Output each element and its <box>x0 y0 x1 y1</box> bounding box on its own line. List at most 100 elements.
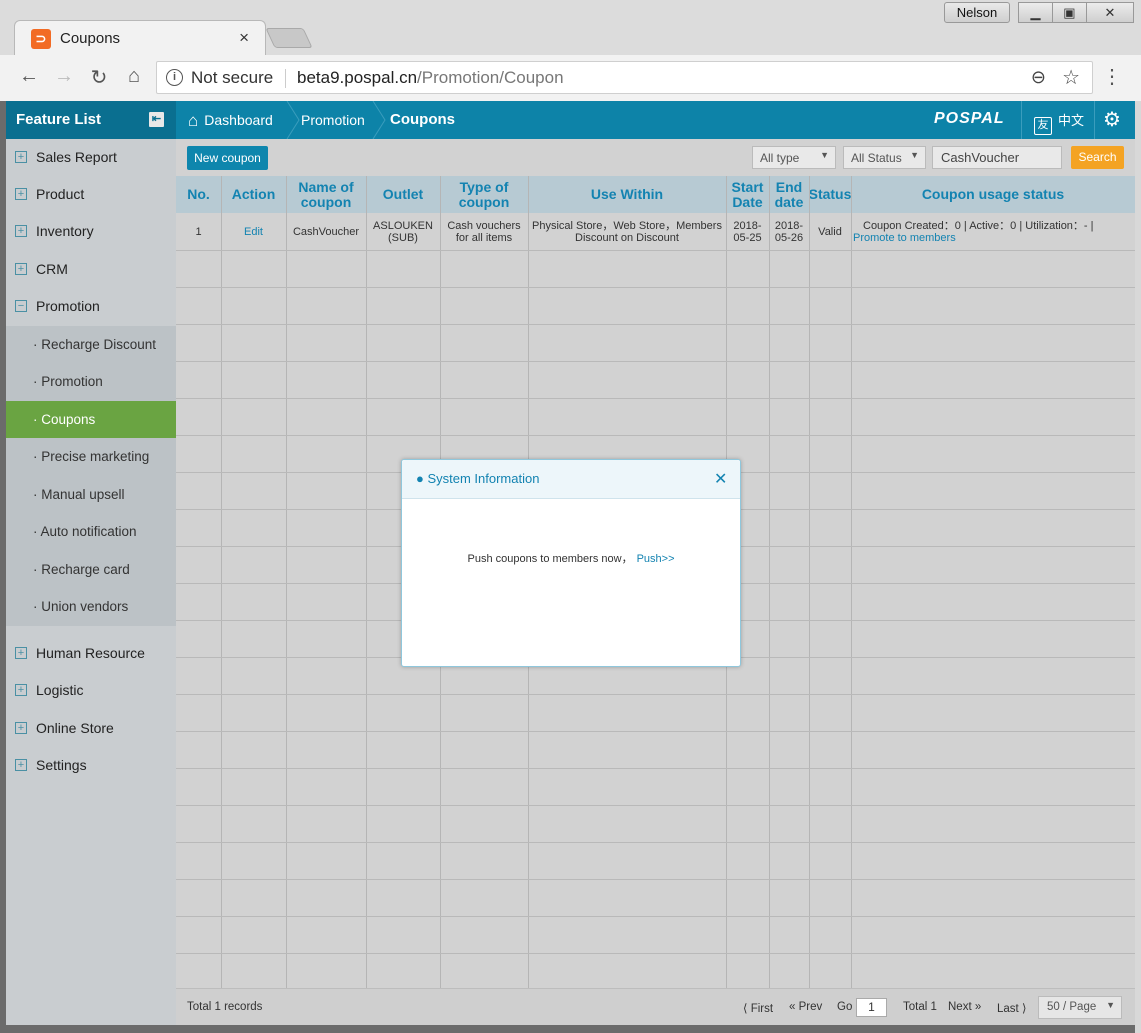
cell-outlet: ASLOUKEN (SUB) <box>373 219 433 244</box>
first-page-link[interactable]: ⟨ First <box>743 1001 773 1015</box>
sidebar-item-product[interactable]: + Product <box>6 176 176 213</box>
grid-line <box>176 879 1135 880</box>
collapse-sidebar-icon[interactable]: ⇤ <box>149 112 164 127</box>
per-page-select[interactable]: 50 / Page ▼ <box>1038 996 1122 1019</box>
zoom-icon[interactable]: ⊖ <box>1031 67 1046 88</box>
grid-line <box>176 398 1135 399</box>
sidebar-item-settings[interactable]: + Settings <box>6 747 176 784</box>
url-path: /Promotion/Coupon <box>417 68 564 87</box>
sidebar-item-label: Online Store <box>36 720 114 736</box>
expand-icon: + <box>15 722 27 734</box>
header-divider <box>1094 101 1095 139</box>
window-close-icon[interactable]: ✕ <box>1086 2 1134 23</box>
sidebar: + Sales Report + Product + Inventory + CRM −… <box>6 139 176 1025</box>
sub-item-coupons[interactable]: · Coupons <box>6 401 176 438</box>
cell-use-within: Physical Store，Web Store，Members Discoun… <box>532 219 722 244</box>
type-filter-select[interactable]: All type ▼ <box>752 146 836 169</box>
sub-item-promotion[interactable]: · Promotion <box>6 363 176 400</box>
expand-icon: + <box>15 263 27 275</box>
star-icon[interactable]: ☆ <box>1062 65 1080 90</box>
address-bar[interactable]: i Not secure beta9.pospal.cn/Promotion/C… <box>156 61 1093 94</box>
sub-item-manual-upsell[interactable]: · Manual upsell <box>6 476 176 513</box>
profile-button[interactable]: Nelson <box>944 2 1010 23</box>
menu-icon[interactable]: ⋮ <box>1102 64 1122 89</box>
expand-icon: + <box>15 225 27 237</box>
col-end-date: End date <box>774 178 804 210</box>
new-coupon-button[interactable]: New coupon <box>187 146 268 170</box>
sub-item-auto-notification[interactable]: · Auto notification <box>6 513 176 550</box>
total-pages: Total 1 <box>903 1001 937 1013</box>
info-icon[interactable]: i <box>166 69 183 86</box>
prev-page-link[interactable]: « Prev <box>789 1001 822 1013</box>
sub-item-recharge-discount[interactable]: · Recharge Discount <box>6 326 176 363</box>
status-filter-select[interactable]: All Status ▼ <box>843 146 926 169</box>
sidebar-item-label: Inventory <box>36 223 94 239</box>
push-link[interactable]: Push>> <box>637 553 675 565</box>
url-text[interactable]: beta9.pospal.cn/Promotion/Coupon <box>297 68 564 88</box>
grid-line <box>176 805 1135 806</box>
breadcrumb-promotion[interactable]: Promotion <box>301 101 365 139</box>
grid-line <box>176 842 1135 843</box>
sidebar-item-promotion[interactable]: − Promotion <box>6 288 176 325</box>
col-name: Name of coupon <box>298 178 354 210</box>
home-icon[interactable]: ⌂ <box>121 65 147 88</box>
sidebar-item-inventory[interactable]: + Inventory <box>6 213 176 250</box>
grid-line <box>176 435 1135 436</box>
system-information-dialog: ● System Information ✕ Push coupons to m… <box>401 459 741 667</box>
grid-line <box>176 324 1135 325</box>
forward-arrow-icon[interactable]: → <box>51 65 77 88</box>
security-label[interactable]: Not secure <box>191 68 273 88</box>
search-input[interactable]: CashVoucher <box>932 146 1062 169</box>
breadcrumb-dashboard-label: Dashboard <box>204 112 273 128</box>
maximize-icon[interactable]: ▣ <box>1052 2 1087 23</box>
url-divider <box>285 69 286 88</box>
col-use-within: Use Within <box>590 186 664 202</box>
next-page-link[interactable]: Next » <box>948 1001 981 1013</box>
pospal-logo: POSPAL <box>934 110 1005 127</box>
per-page-value: 50 / Page <box>1047 1001 1097 1013</box>
dialog-header: ● System Information ✕ <box>402 460 740 499</box>
sidebar-item-human-resource[interactable]: + Human Resource <box>6 635 176 672</box>
col-start-date: Start Date <box>731 178 764 210</box>
status-filter-value: All Status <box>851 151 902 165</box>
prev-label: Prev <box>798 1001 823 1013</box>
tab-close-icon[interactable]: × <box>239 28 249 48</box>
page-number-input[interactable]: 1 <box>856 998 887 1017</box>
breadcrumb-coupons: Coupons <box>390 101 455 139</box>
grid-line <box>176 953 1135 954</box>
sub-item-precise-marketing[interactable]: · Precise marketing <box>6 438 176 475</box>
cell-name: CashVoucher <box>292 225 360 238</box>
sidebar-item-crm[interactable]: + CRM <box>6 251 176 288</box>
expand-icon: + <box>15 188 27 200</box>
gear-icon[interactable]: ⚙ <box>1103 107 1121 132</box>
last-page-link[interactable]: Last ⟩ <box>997 1001 1026 1015</box>
last-label: Last <box>997 1003 1019 1015</box>
language-switch[interactable]: 友中文 <box>1034 110 1084 135</box>
browser-tab[interactable]: ⊃ Coupons × <box>14 20 266 56</box>
minimize-icon[interactable]: ▁ <box>1018 2 1053 23</box>
dialog-close-icon[interactable]: ✕ <box>714 469 727 489</box>
feature-list-label: Feature List <box>16 111 102 128</box>
grid-line <box>769 176 770 988</box>
sidebar-item-logistic[interactable]: + Logistic <box>6 672 176 709</box>
breadcrumb-dashboard[interactable]: ⌂ Dashboard <box>188 101 273 139</box>
sub-item-union-vendors[interactable]: · Union vendors <box>6 588 176 625</box>
title-strip: ⊃ Coupons × Nelson ▁ ▣ ✕ <box>0 0 1141 56</box>
new-tab-button[interactable] <box>265 28 313 48</box>
sidebar-item-sales-report[interactable]: + Sales Report <box>6 139 176 176</box>
promote-to-members-link[interactable]: Promote to members <box>853 232 956 244</box>
sidebar-item-label: CRM <box>36 261 68 277</box>
col-status: Status <box>808 186 852 202</box>
col-action: Action <box>231 186 276 202</box>
back-arrow-icon[interactable]: ← <box>16 65 42 88</box>
grid-line <box>176 916 1135 917</box>
sidebar-item-online-store[interactable]: + Online Store <box>6 710 176 747</box>
feature-list-title: Feature List ⇤ <box>6 101 176 139</box>
pagination-footer: Total 1 records ⟨ First « Prev Go 1 Tota… <box>176 988 1135 1025</box>
sub-item-recharge-card[interactable]: · Recharge card <box>6 551 176 588</box>
expand-icon: + <box>15 684 27 696</box>
reload-icon[interactable]: ↻ <box>86 65 112 90</box>
search-button[interactable]: Search <box>1071 146 1124 169</box>
grid-line <box>176 768 1135 769</box>
edit-link[interactable]: Edit <box>221 213 286 250</box>
